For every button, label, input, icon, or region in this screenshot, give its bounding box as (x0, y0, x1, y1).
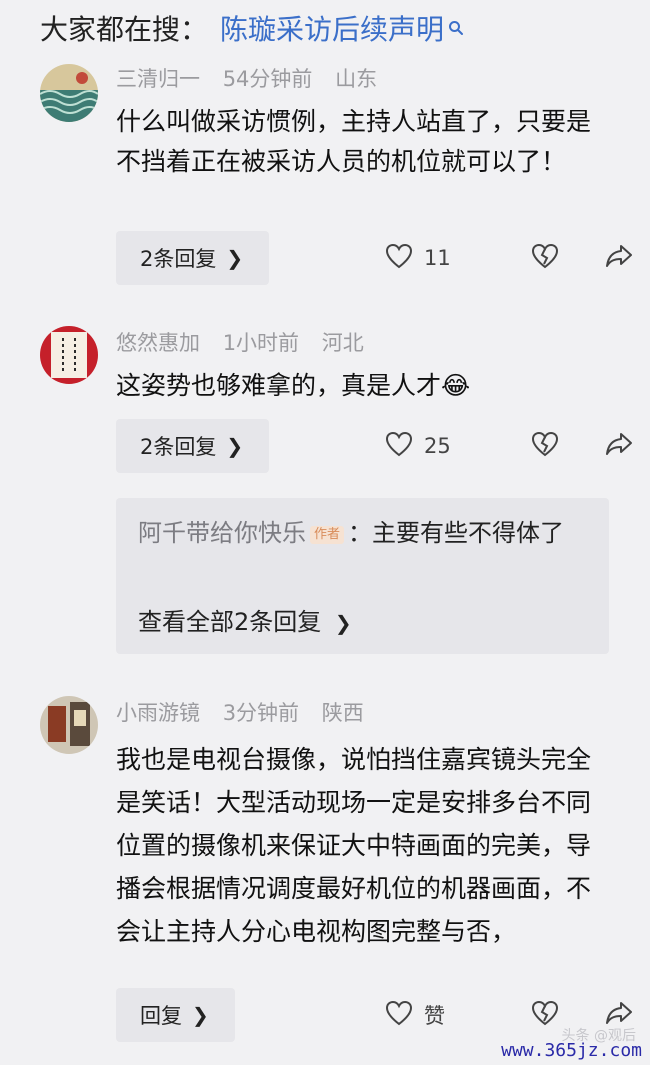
comment-text: 我也是电视台摄像，说怕挡住嘉宾镜头完全是笑话！大型活动现场一定是安排多台不同位置… (116, 745, 592, 946)
like-button[interactable]: 25 (384, 430, 484, 463)
reply-button[interactable]: 回复 ❯ (116, 988, 235, 1042)
site-watermark: www.365jz.com (501, 1040, 642, 1061)
comment-location: 河北 (321, 331, 364, 355)
chevron-right-icon: ❯ (226, 246, 244, 270)
like-button[interactable]: 赞 (384, 999, 484, 1032)
like-button[interactable]: 11 (384, 242, 484, 275)
comment-text: 什么叫做采访惯例，主持人站直了，只要是不挡着正在被采访人员的机位就可以了！ (116, 107, 592, 176)
reply-preview-text: 阿千带给你快乐 作者 ：主要有些不得体了 (138, 514, 578, 552)
like-label: 赞 (424, 1004, 445, 1028)
comment-time: 3分钟前 (222, 701, 300, 725)
username[interactable]: 三清归一 (116, 67, 200, 91)
share-icon (604, 242, 634, 275)
username[interactable]: 小雨游镜 (116, 701, 200, 725)
avatar[interactable] (40, 696, 98, 754)
heart-icon (384, 242, 414, 275)
reply-preview-box[interactable]: 阿千带给你快乐 作者 ：主要有些不得体了 查看全部2条回复 ❯ (116, 498, 609, 654)
comment-location: 陕西 (321, 701, 364, 725)
dislike-button[interactable] (530, 430, 560, 463)
dislike-button[interactable] (530, 999, 560, 1032)
view-all-replies-link[interactable]: 查看全部2条回复 ❯ (138, 602, 352, 637)
chevron-right-icon: ❯ (192, 1003, 209, 1027)
broken-heart-icon (530, 430, 560, 463)
share-button[interactable] (604, 430, 634, 463)
search-prefix-label: 大家都在搜： (40, 13, 209, 46)
username[interactable]: 悠然惠加 (116, 331, 200, 355)
search-query-link[interactable]: 陈璇采访后续声明 (220, 8, 444, 48)
comment-meta: 悠然惠加 1小时前 河北 (116, 330, 380, 356)
reply-label: 回复 (140, 1004, 182, 1028)
share-icon (604, 430, 634, 463)
broken-heart-icon (530, 242, 560, 275)
replies-label: 2条回复 (140, 247, 217, 271)
comment-text-row: 这姿势也够难拿的，真是人才😂 (116, 366, 606, 406)
avatar[interactable] (40, 326, 98, 384)
comment-meta: 小雨游镜 3分钟前 陕西 (116, 700, 380, 726)
author-badge: 作者 (310, 526, 345, 544)
comment-location: 山东 (335, 67, 378, 91)
reply-content: ：主要有些不得体了 (348, 519, 565, 547)
search-suggestion-bar[interactable]: 大家都在搜： 陈璇采访后续声明 (40, 6, 464, 50)
dislike-button[interactable] (530, 242, 560, 275)
like-count: 25 (424, 434, 451, 458)
broken-heart-icon (530, 999, 560, 1032)
reply-author[interactable]: 阿千带给你快乐 (138, 519, 306, 547)
replies-button[interactable]: 2条回复 ❯ (116, 231, 270, 285)
avatar[interactable] (40, 64, 98, 122)
heart-icon (384, 999, 414, 1032)
like-count: 11 (424, 246, 451, 270)
comment-time: 1小时前 (222, 331, 300, 355)
comment-actions: 11 (384, 231, 634, 285)
search-icon (448, 20, 464, 36)
comment-actions: 25 (384, 419, 634, 473)
comment-time: 54分钟前 (222, 67, 313, 91)
replies-button[interactable]: 2条回复 ❯ (116, 419, 270, 473)
chevron-right-icon: ❯ (334, 611, 352, 635)
comment-meta: 三清归一 54分钟前 山东 (116, 66, 393, 92)
replies-label: 2条回复 (140, 435, 217, 459)
laughing-crying-emoji-icon: 😂 (441, 371, 471, 400)
comment-text: 这姿势也够难拿的，真是人才 (116, 371, 442, 400)
share-button[interactable] (604, 242, 634, 275)
view-all-label: 查看全部2条回复 (138, 608, 322, 636)
chevron-right-icon: ❯ (226, 434, 244, 458)
heart-icon (384, 430, 414, 463)
